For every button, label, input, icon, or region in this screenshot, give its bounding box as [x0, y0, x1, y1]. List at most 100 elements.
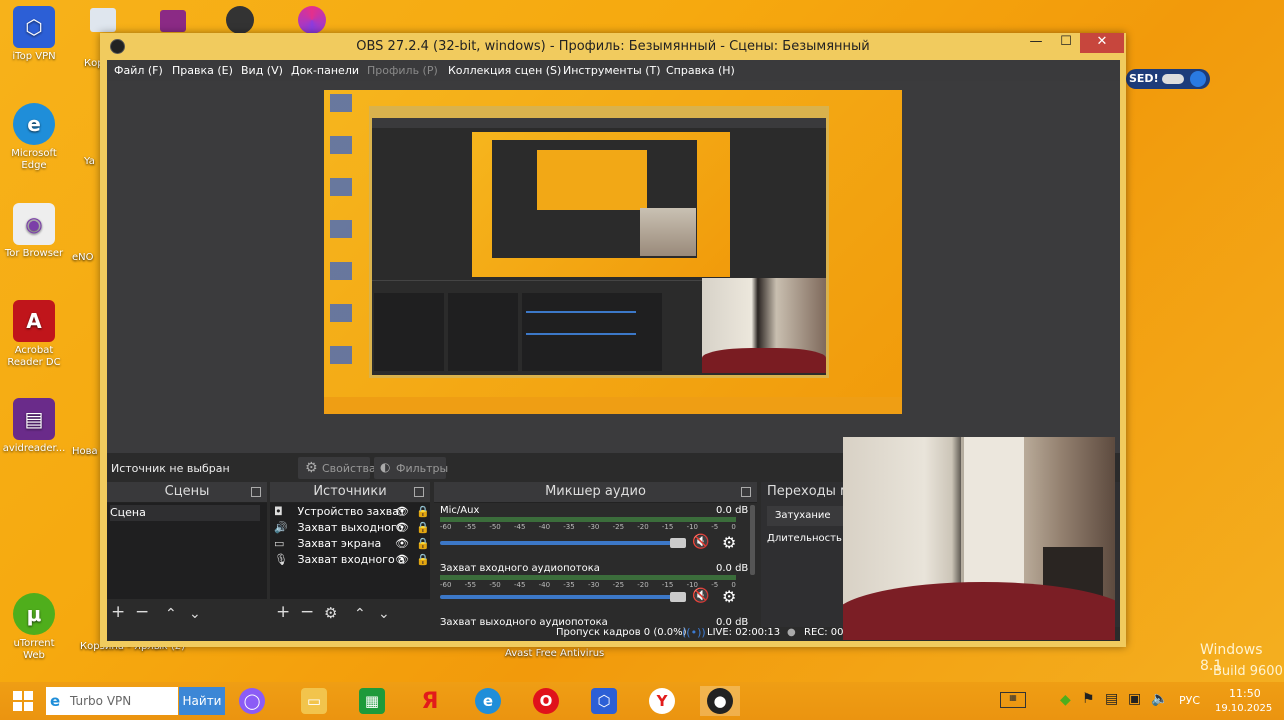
volume-slider-knob[interactable]	[670, 538, 686, 548]
taskbar-obs[interactable]: ●	[700, 686, 740, 716]
nested-scenes	[374, 293, 444, 371]
partial-desktop-label: Avast Free Antivirus	[505, 648, 605, 659]
taskbar-opera[interactable]: O	[526, 686, 566, 716]
maximize-button[interactable]: ☐	[1052, 33, 1080, 53]
volume-slider[interactable]	[440, 541, 678, 545]
start-button[interactable]	[6, 688, 40, 714]
menu-help[interactable]: Справка (H)	[666, 64, 735, 77]
menu-view[interactable]: Вид (V)	[241, 64, 283, 77]
remove-icon[interactable]: −	[300, 602, 314, 622]
gear-icon[interactable]: ⚙	[722, 587, 736, 606]
desktop-icon-tor[interactable]: ◉ Tor Browser	[2, 203, 66, 260]
vpn-widget[interactable]: SED!	[1126, 69, 1210, 89]
menu-docks[interactable]: Док-панели	[291, 64, 359, 77]
taskbar-edge[interactable]: e	[468, 686, 508, 716]
gear-icon: ⚙	[305, 460, 318, 476]
webcam-preview-window[interactable]	[843, 437, 1115, 640]
alice-icon: ◯	[239, 688, 265, 714]
nested-obs-client	[372, 118, 826, 375]
menu-profile[interactable]: Профиль (P)	[367, 64, 438, 77]
app-icon[interactable]	[298, 6, 326, 34]
eye-icon[interactable]: 👁	[395, 537, 409, 550]
properties-button[interactable]: ⚙ Свойства	[298, 457, 376, 479]
add-icon[interactable]: +	[111, 602, 125, 622]
gear-icon[interactable]: ⚙	[722, 533, 736, 552]
chevron-up-icon[interactable]: ⌃	[354, 606, 366, 622]
eye-icon[interactable]: 👁	[395, 553, 409, 566]
float-icon[interactable]	[741, 487, 751, 497]
acrobat-icon: A	[13, 300, 55, 342]
source-label: Захват экрана	[297, 537, 382, 550]
search-input[interactable]: Turbo VPN	[70, 694, 131, 708]
taskbar-store[interactable]: ▦	[352, 686, 392, 716]
lock-icon[interactable]: 🔒	[416, 537, 430, 550]
float-icon[interactable]	[251, 487, 261, 497]
minimize-button[interactable]: —	[1022, 33, 1050, 53]
transition-select[interactable]: Затухание	[767, 506, 849, 526]
search-button[interactable]: Найти	[179, 687, 225, 715]
source-item[interactable]: ▭ Захват экрана 👁 🔒	[274, 537, 430, 553]
eye-icon[interactable]: 👁	[395, 505, 409, 518]
taskbar-alice[interactable]: ◯	[232, 686, 272, 716]
app-icon[interactable]	[226, 6, 254, 34]
taskbar-yandex-browser[interactable]: Y	[642, 686, 682, 716]
language-indicator[interactable]: РУС	[1179, 694, 1200, 707]
eye-icon[interactable]: 👁	[395, 521, 409, 534]
remove-icon[interactable]: −	[135, 602, 149, 622]
flag-icon[interactable]: ⚑	[1082, 691, 1095, 707]
source-item[interactable]: ◘ Устройство захват 👁 🔒	[274, 505, 430, 521]
chevron-up-icon[interactable]: ⌃	[165, 606, 177, 622]
desktop-icon-acrobat[interactable]: A Acrobat Reader DC	[2, 300, 66, 369]
clock-time[interactable]: 11:50	[1229, 687, 1261, 700]
taskbar-yandex[interactable]: Я	[410, 686, 450, 716]
desktop-icon-avidreader[interactable]: ▤ avidreader...	[2, 398, 66, 455]
menu-file[interactable]: Файл (F)	[114, 64, 163, 77]
lock-icon[interactable]: 🔒	[416, 505, 430, 518]
search-box[interactable]: e Turbo VPN	[46, 687, 178, 715]
browser-icon: e	[50, 692, 61, 710]
close-button[interactable]: ✕	[1080, 33, 1124, 53]
lock-icon[interactable]: 🔒	[416, 521, 430, 534]
recycle-bin-icon[interactable]	[90, 8, 116, 32]
record-icon: ●	[787, 627, 796, 638]
taskbar-explorer[interactable]: ▭	[294, 686, 334, 716]
chevron-down-icon[interactable]: ⌄	[189, 606, 201, 622]
source-item[interactable]: 🎙 Захват входного а 👁 🔒	[274, 553, 430, 569]
volume-icon[interactable]: 🔈	[1151, 691, 1168, 707]
scenes-list[interactable]: Сцена	[107, 503, 267, 599]
scene-item[interactable]: Сцена	[110, 505, 260, 521]
sources-list[interactable]: ◘ Устройство захват 👁 🔒 🔊 Захват выходно…	[270, 503, 430, 599]
preview-canvas[interactable]	[324, 90, 902, 414]
source-item[interactable]: 🔊 Захват выходного 👁 🔒	[274, 521, 430, 537]
nested-desktop-icons	[330, 94, 352, 384]
itop-vpn-icon: ⬡	[13, 6, 55, 48]
menu-bar: Файл (F) Правка (E) Вид (V) Док-панели П…	[107, 60, 1120, 81]
menu-scene-collection[interactable]: Коллекция сцен (S)	[448, 64, 561, 77]
mute-icon[interactable]: 🔇	[692, 534, 709, 550]
preview-area[interactable]	[107, 81, 1120, 453]
network-icon[interactable]: ▤	[1105, 691, 1118, 707]
clock-date[interactable]: 19.10.2025	[1215, 703, 1272, 714]
winrar-icon[interactable]	[160, 10, 186, 32]
volume-slider-knob[interactable]	[670, 592, 686, 602]
menu-edit[interactable]: Правка (E)	[172, 64, 233, 77]
mute-icon[interactable]: 🔇	[692, 588, 709, 604]
menu-tools[interactable]: Инструменты (T)	[563, 64, 661, 77]
title-bar[interactable]: OBS 27.2.4 (32-bit, windows) - Профиль: …	[100, 33, 1126, 59]
computer-icon[interactable]: ▣	[1128, 691, 1141, 707]
lock-icon[interactable]: 🔒	[416, 553, 430, 566]
desktop-icon-itop-vpn[interactable]: ⬡ iTop VPN	[2, 6, 66, 63]
scrollbar[interactable]	[750, 505, 755, 575]
desktop-icon-edge[interactable]: e Microsoft Edge	[2, 103, 66, 172]
filters-button[interactable]: ◐ Фильтры	[374, 457, 448, 479]
taskbar-vpn[interactable]: ⬡	[584, 686, 624, 716]
desktop-icon-utorrent[interactable]: μ uTorrent Web	[2, 593, 66, 662]
tray-app-icon[interactable]: ◆	[1060, 692, 1071, 708]
chevron-down-icon[interactable]: ⌄	[378, 606, 390, 622]
volume-slider[interactable]	[440, 595, 678, 599]
monitor-icon: ▭	[274, 537, 285, 550]
keyboard-icon[interactable]: ▦	[1000, 692, 1026, 708]
float-icon[interactable]	[414, 487, 424, 497]
add-icon[interactable]: +	[276, 602, 290, 622]
gear-icon[interactable]: ⚙	[324, 604, 337, 622]
